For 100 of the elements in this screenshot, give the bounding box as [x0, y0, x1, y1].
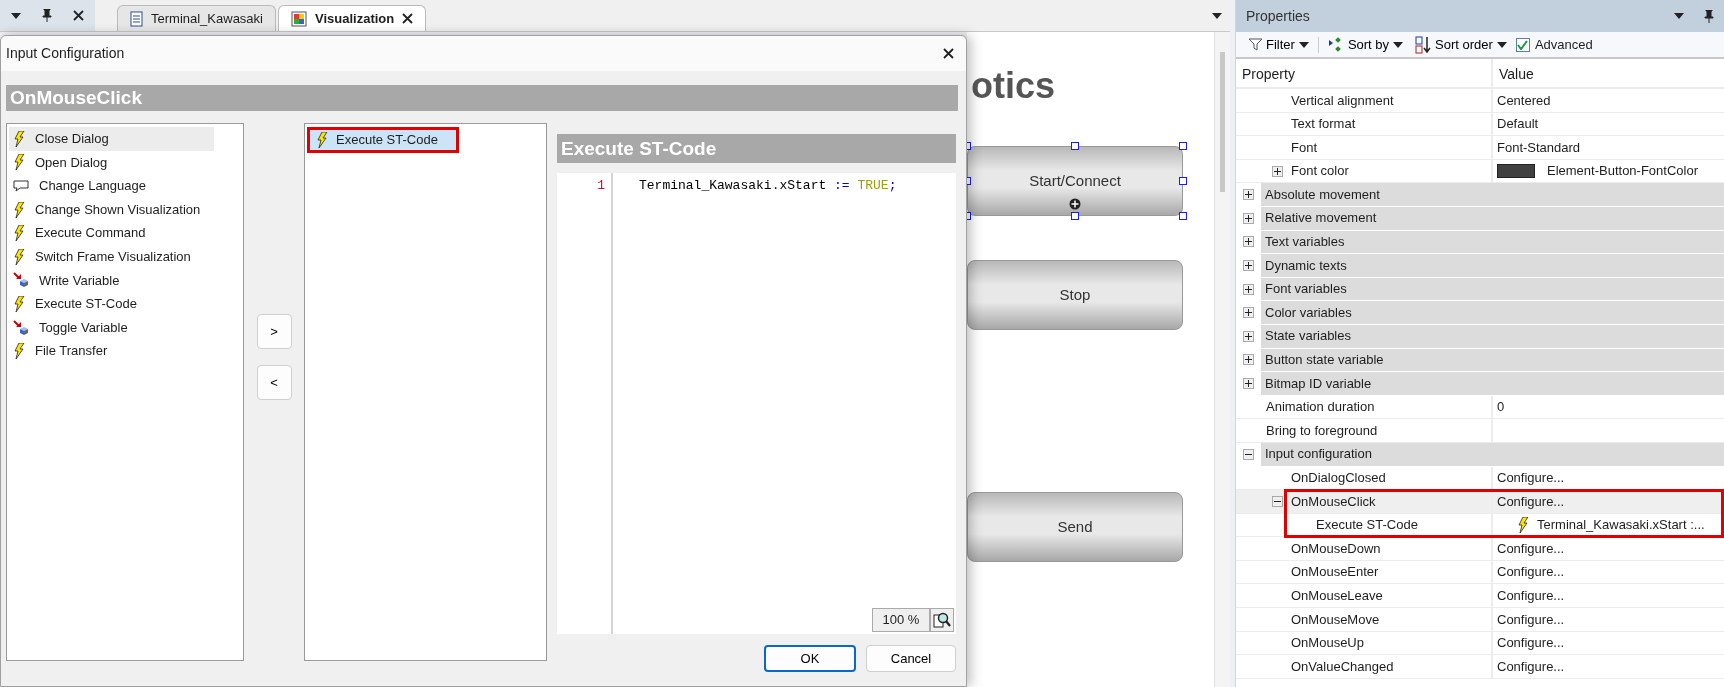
property-value[interactable]: Centered: [1497, 92, 1551, 109]
visualization-heading: otics: [970, 68, 1057, 104]
property-group[interactable]: Color variables: [1261, 301, 1724, 324]
property-value[interactable]: Configure...: [1497, 611, 1565, 628]
editor-header: Execute ST-Code: [557, 134, 956, 163]
collapse-icon[interactable]: [1272, 495, 1283, 507]
action-item[interactable]: Execute ST-Code: [9, 292, 214, 316]
expand-icon[interactable]: [1243, 189, 1254, 201]
property-row[interactable]: OnMouseUp Configure...: [1236, 631, 1724, 656]
action-item[interactable]: Write Variable: [9, 268, 214, 293]
property-name: OnMouseClick: [1291, 493, 1376, 510]
property-name: Vertical alignment: [1291, 92, 1394, 109]
expand-icon[interactable]: [1243, 283, 1254, 295]
property-name: Animation duration: [1266, 399, 1375, 415]
property-name: Font: [1291, 139, 1317, 156]
property-value[interactable]: Font-Standard: [1497, 139, 1581, 156]
move-button[interactable]: <: [256, 365, 292, 400]
action-item[interactable]: Change Language: [9, 174, 214, 198]
property-value[interactable]: Configure...: [1497, 658, 1565, 675]
lightning-icon: [316, 132, 328, 148]
expand-icon[interactable]: [1243, 354, 1254, 366]
move-button[interactable]: >: [256, 314, 292, 349]
action-item[interactable]: Change Shown Visualization: [9, 197, 214, 222]
collapse-icon[interactable]: [1243, 448, 1254, 460]
property-value[interactable]: Configure...: [1497, 540, 1565, 557]
zoom-level[interactable]: 100 %: [872, 608, 930, 632]
property-row[interactable]: OnMouseMove Configure...: [1236, 608, 1724, 632]
action-item[interactable]: Open Dialog: [9, 150, 214, 175]
visualization-button[interactable]: Start/Connect: [967, 146, 1183, 216]
property-value[interactable]: Default: [1497, 116, 1539, 132]
property-name: OnMouseEnter: [1291, 564, 1379, 580]
property-value[interactable]: Element-Button-FontColor: [1547, 163, 1698, 179]
property-row[interactable]: OnMouseClick Configure...: [1236, 490, 1724, 514]
property-group[interactable]: State variables: [1261, 324, 1724, 348]
property-group[interactable]: Button state variable: [1261, 348, 1724, 372]
dropdown-icon: [10, 12, 21, 19]
filter-icon: [1249, 38, 1262, 51]
configured-action-item[interactable]: Execute ST-Code: [307, 127, 459, 153]
property-row[interactable]: OnValueChanged Configure...: [1236, 655, 1724, 679]
colored-squares-icon: [291, 10, 307, 27]
scrollbar-thumb[interactable]: [1220, 52, 1225, 192]
property-row[interactable]: OnMouseEnter Configure...: [1236, 560, 1724, 585]
property-row[interactable]: OnMouseDown Configure...: [1236, 537, 1724, 561]
close-button[interactable]: [943, 48, 954, 59]
tab-list-caret-icon: [1212, 12, 1222, 19]
expand-icon[interactable]: [1243, 377, 1254, 389]
property-group[interactable]: Text variables: [1261, 230, 1724, 254]
action-item[interactable]: Close Dialog: [9, 127, 214, 151]
move-cursor-icon: [1069, 198, 1081, 210]
code-editor[interactable]: 1 Terminal_Kawasaki.xStart := TRUE; 100 %: [557, 173, 956, 634]
dropdown-icon: [1674, 13, 1684, 19]
visualization-button[interactable]: Stop: [967, 260, 1183, 330]
lightning-icon: [13, 295, 25, 312]
panel-title: Properties: [1246, 7, 1310, 25]
property-value[interactable]: Configure...: [1497, 587, 1565, 604]
expand-icon[interactable]: [1243, 330, 1254, 342]
event-header: OnMouseClick: [6, 85, 958, 111]
advanced-checkbox[interactable]: [1515, 37, 1530, 52]
property-value[interactable]: Configure...: [1497, 470, 1565, 486]
property-name: OnMouseUp: [1291, 635, 1364, 651]
sort-by-button[interactable]: Sort by: [1324, 36, 1407, 53]
property-value[interactable]: Configure...: [1497, 635, 1565, 651]
visualization-button[interactable]: Send: [967, 492, 1183, 562]
column-header: Value: [1491, 59, 1724, 87]
sort-order-button[interactable]: Sort order: [1412, 35, 1510, 54]
property-value[interactable]: 0: [1497, 399, 1505, 415]
caret-icon: [1496, 41, 1507, 48]
property-group[interactable]: Dynamic texts: [1261, 254, 1724, 277]
editor-tab[interactable]: Terminal_Kawasaki: [117, 5, 276, 31]
property-value[interactable]: Configure...: [1497, 493, 1565, 510]
speech-bubble-icon: [13, 179, 29, 193]
property-row[interactable]: OnMouseLeave Configure...: [1236, 584, 1724, 609]
property-name: OnValueChanged: [1291, 658, 1394, 675]
property-group[interactable]: Relative movement: [1261, 206, 1724, 230]
lightning-icon: [13, 130, 25, 147]
property-group[interactable]: Bitmap ID variable: [1261, 372, 1724, 395]
column-header: Property: [1241, 65, 1296, 84]
expand-icon[interactable]: [1243, 259, 1254, 271]
editor-tab[interactable]: Visualization: [278, 5, 427, 31]
expand-icon[interactable]: [1272, 165, 1283, 177]
filter-button[interactable]: Filter: [1246, 36, 1312, 53]
pin-icon: [42, 9, 52, 22]
property-group[interactable]: Absolute movement: [1261, 183, 1724, 206]
action-item[interactable]: Switch Frame Visualization: [9, 244, 214, 269]
expand-icon[interactable]: [1243, 212, 1254, 224]
arrow-cube-icon: [13, 272, 29, 289]
dialog-button[interactable]: Cancel: [866, 645, 956, 672]
expand-icon[interactable]: [1243, 236, 1254, 248]
property-value[interactable]: Configure...: [1497, 564, 1565, 580]
document-icon: [130, 10, 143, 27]
action-item[interactable]: Toggle Variable: [9, 315, 214, 340]
lightning-icon: [13, 248, 25, 265]
action-item[interactable]: Execute Command: [9, 221, 214, 245]
property-group[interactable]: Input configuration: [1261, 442, 1724, 466]
dialog-button[interactable]: OK: [764, 645, 856, 672]
action-item[interactable]: File Transfer: [9, 339, 214, 363]
expand-icon[interactable]: [1243, 307, 1254, 319]
property-group[interactable]: Font variables: [1261, 277, 1724, 301]
zoom-button[interactable]: [930, 608, 954, 632]
property-value: Terminal_Kawasaki.xStart :...: [1537, 517, 1705, 533]
